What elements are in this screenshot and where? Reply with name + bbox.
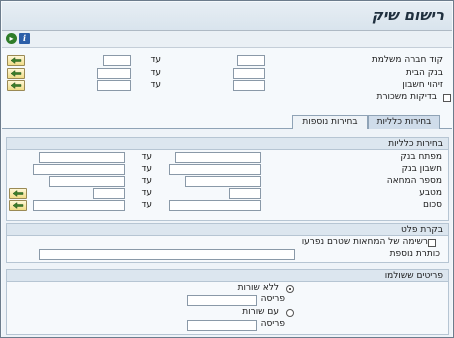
paid-items-group: פריטים ששולמו ללא שורות פריסה עם שורות פ… bbox=[6, 269, 449, 335]
output-control-group: בקרת פלט רשימה של המחאות שטרם נפרעו כותר… bbox=[6, 223, 449, 263]
account-id-to-label: עד bbox=[150, 80, 161, 90]
bank-account-from-input[interactable] bbox=[169, 164, 261, 175]
currency-from-input[interactable] bbox=[229, 188, 261, 199]
additional-heading-label: כותרת נוספת bbox=[389, 249, 440, 259]
multiple-selection-icon bbox=[10, 82, 22, 89]
account-id-to-input[interactable] bbox=[97, 80, 131, 91]
house-bank-to-label: עד bbox=[150, 68, 161, 78]
title-bar: רישום שיק bbox=[2, 2, 452, 31]
multiple-selection-icon bbox=[10, 57, 22, 64]
bank-account-to-label: עד bbox=[141, 164, 152, 174]
check-number-from-input[interactable] bbox=[185, 176, 261, 187]
multiple-selection-icon bbox=[12, 190, 24, 197]
with-lines-label: עם שורות bbox=[242, 307, 279, 317]
page-title: רישום שיק bbox=[371, 6, 444, 24]
bank-key-to-label: עד bbox=[141, 152, 152, 162]
currency-to-label: עד bbox=[141, 188, 152, 198]
without-lines-radio[interactable] bbox=[286, 285, 294, 293]
currency-to-input[interactable] bbox=[93, 188, 125, 199]
house-bank-from-input[interactable] bbox=[233, 68, 265, 79]
tab-additional-selections[interactable]: בחירות נוספות bbox=[292, 115, 368, 129]
payroll-checks-checkbox[interactable] bbox=[443, 94, 451, 102]
currency-multiple-selection-button[interactable] bbox=[9, 188, 27, 199]
check-number-label: מספר המחאה bbox=[386, 176, 442, 186]
house-bank-to-input[interactable] bbox=[97, 68, 131, 79]
application-toolbar: ▸ i bbox=[2, 31, 452, 48]
outstanding-checks-list-label: רשימה של המחאות שטרם נפרעו bbox=[301, 237, 428, 247]
paid-items-title: פריטים ששולמו bbox=[384, 271, 443, 281]
account-id-label: זיהוי חשבון bbox=[402, 80, 443, 90]
account-id-multiple-selection-button[interactable] bbox=[7, 80, 25, 91]
company-code-label: קוד חברה משלמת bbox=[371, 55, 443, 65]
payroll-checks-label: בדיקות משכורת bbox=[376, 92, 437, 102]
tab-strip: בחירות כלליות בחירות נוספות bbox=[2, 115, 452, 129]
currency-label: מטבע bbox=[419, 188, 442, 198]
layout-2-input[interactable] bbox=[187, 320, 257, 331]
output-control-title: בקרת פלט bbox=[400, 225, 443, 235]
execute-icon[interactable]: ▸ bbox=[6, 33, 17, 44]
company-code-to-label: עד bbox=[150, 55, 161, 65]
company-code-to-input[interactable] bbox=[103, 55, 131, 66]
info-icon[interactable]: i bbox=[19, 33, 30, 44]
additional-heading-input[interactable] bbox=[39, 249, 295, 260]
bank-account-label: חשבון בנק bbox=[401, 164, 442, 174]
general-selections-group: בחירות כלליות מפתח בנק עד חשבון בנק עד מ… bbox=[6, 137, 449, 221]
multiple-selection-icon bbox=[12, 202, 24, 209]
amount-label: סכום bbox=[422, 200, 442, 210]
main-window: רישום שיק ▸ i קוד חברה משלמת עד בנק הבית… bbox=[0, 0, 454, 338]
tab-panel: בחירות כלליות מפתח בנק עד חשבון בנק עד מ… bbox=[2, 129, 452, 337]
house-bank-label: בנק הבית bbox=[405, 68, 443, 78]
company-code-multiple-selection-button[interactable] bbox=[7, 55, 25, 66]
without-lines-label: ללא שורות bbox=[237, 283, 279, 293]
amount-from-input[interactable] bbox=[169, 200, 261, 211]
amount-to-label: עד bbox=[141, 200, 152, 210]
check-number-to-label: עד bbox=[141, 176, 152, 186]
bank-key-label: מפתח בנק bbox=[400, 152, 442, 162]
bank-account-to-input[interactable] bbox=[33, 164, 125, 175]
account-id-from-input[interactable] bbox=[233, 80, 265, 91]
check-number-to-input[interactable] bbox=[49, 176, 125, 187]
amount-multiple-selection-button[interactable] bbox=[9, 200, 27, 211]
amount-to-input[interactable] bbox=[33, 200, 125, 211]
multiple-selection-icon bbox=[10, 70, 22, 77]
general-selections-title: בחירות כלליות bbox=[388, 139, 443, 149]
company-code-from-input[interactable] bbox=[237, 55, 265, 66]
layout-1-label: פריסה bbox=[260, 294, 285, 304]
layout-1-input[interactable] bbox=[187, 295, 257, 306]
layout-2-label: פריסה bbox=[260, 319, 285, 329]
with-lines-radio[interactable] bbox=[286, 309, 294, 317]
tab-general-selections[interactable]: בחירות כלליות bbox=[368, 115, 440, 129]
outstanding-checks-list-checkbox[interactable] bbox=[428, 239, 436, 247]
bank-key-to-input[interactable] bbox=[39, 152, 125, 163]
bank-key-from-input[interactable] bbox=[175, 152, 261, 163]
house-bank-multiple-selection-button[interactable] bbox=[7, 68, 25, 79]
